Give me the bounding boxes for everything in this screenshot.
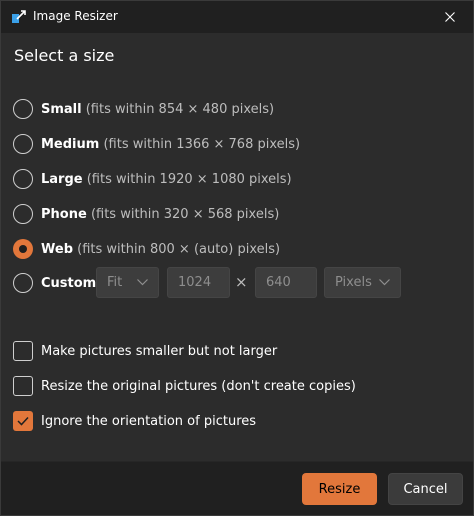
size-desc: (fits within 1920 × 1080 pixels) xyxy=(86,171,292,187)
option-resize-original[interactable]: Resize the original pictures (don't crea… xyxy=(13,375,356,397)
size-option-web[interactable]: Web (fits within 800 × (auto) pixels) xyxy=(13,236,280,262)
option-label: Make pictures smaller but not larger xyxy=(41,343,278,359)
option-label: Resize the original pictures (don't crea… xyxy=(41,378,356,394)
cancel-button[interactable]: Cancel xyxy=(388,473,463,505)
size-desc: (fits within 320 × 568 pixels) xyxy=(90,206,280,222)
size-desc: (fits within 1366 × 768 pixels) xyxy=(103,136,301,152)
unit-dropdown[interactable]: Pixels xyxy=(324,267,401,298)
height-input[interactable]: 640 xyxy=(255,267,317,298)
close-icon xyxy=(445,12,455,22)
size-option-small[interactable]: Small (fits within 854 × 480 pixels) xyxy=(13,96,274,122)
checkbox-ignore-orientation[interactable] xyxy=(13,411,33,431)
radio-phone[interactable] xyxy=(13,204,33,224)
radio-medium[interactable] xyxy=(13,134,33,154)
size-name: Medium xyxy=(41,136,100,152)
chevron-down-icon xyxy=(379,279,390,286)
height-value: 640 xyxy=(266,275,291,290)
size-option-phone[interactable]: Phone (fits within 320 × 568 pixels) xyxy=(13,201,279,227)
size-option-large[interactable]: Large (fits within 1920 × 1080 pixels) xyxy=(13,166,292,192)
checkmark-icon xyxy=(17,416,29,426)
close-button[interactable] xyxy=(427,1,473,33)
radio-custom[interactable] xyxy=(13,273,33,293)
image-resizer-icon xyxy=(12,10,26,23)
page-heading: Select a size xyxy=(14,46,115,65)
fit-dropdown[interactable]: Fit xyxy=(96,267,159,298)
size-name: Web xyxy=(41,241,73,257)
checkbox-smaller-not-larger[interactable] xyxy=(13,341,33,361)
option-ignore-orientation[interactable]: Ignore the orientation of pictures xyxy=(13,410,256,432)
size-desc: (fits within 800 × (auto) pixels) xyxy=(77,241,281,257)
width-value: 1024 xyxy=(178,275,212,290)
option-label: Ignore the orientation of pictures xyxy=(41,413,257,429)
unit-value: Pixels xyxy=(335,275,372,290)
width-input[interactable]: 1024 xyxy=(167,267,230,298)
size-option-custom[interactable]: Custom xyxy=(13,270,96,296)
size-name: Large xyxy=(41,171,83,187)
fit-value: Fit xyxy=(107,275,123,290)
size-desc: (fits within 854 × 480 pixels) xyxy=(85,101,275,117)
chevron-down-icon xyxy=(137,279,148,286)
size-name: Small xyxy=(41,101,82,117)
radio-small[interactable] xyxy=(13,99,33,119)
radio-large[interactable] xyxy=(13,169,33,189)
times-separator: × xyxy=(235,273,248,291)
title-bar: Image Resizer xyxy=(1,1,473,33)
size-name: Custom xyxy=(41,275,97,291)
window-title: Image Resizer xyxy=(33,9,118,23)
size-option-medium[interactable]: Medium (fits within 1366 × 768 pixels) xyxy=(13,131,300,157)
resize-button[interactable]: Resize xyxy=(302,473,377,505)
image-resizer-dialog: Image Resizer Select a size Small (fits … xyxy=(0,0,474,516)
checkbox-resize-original[interactable] xyxy=(13,376,33,396)
option-smaller-not-larger[interactable]: Make pictures smaller but not larger xyxy=(13,340,277,362)
radio-web[interactable] xyxy=(13,239,33,259)
size-name: Phone xyxy=(41,206,87,222)
